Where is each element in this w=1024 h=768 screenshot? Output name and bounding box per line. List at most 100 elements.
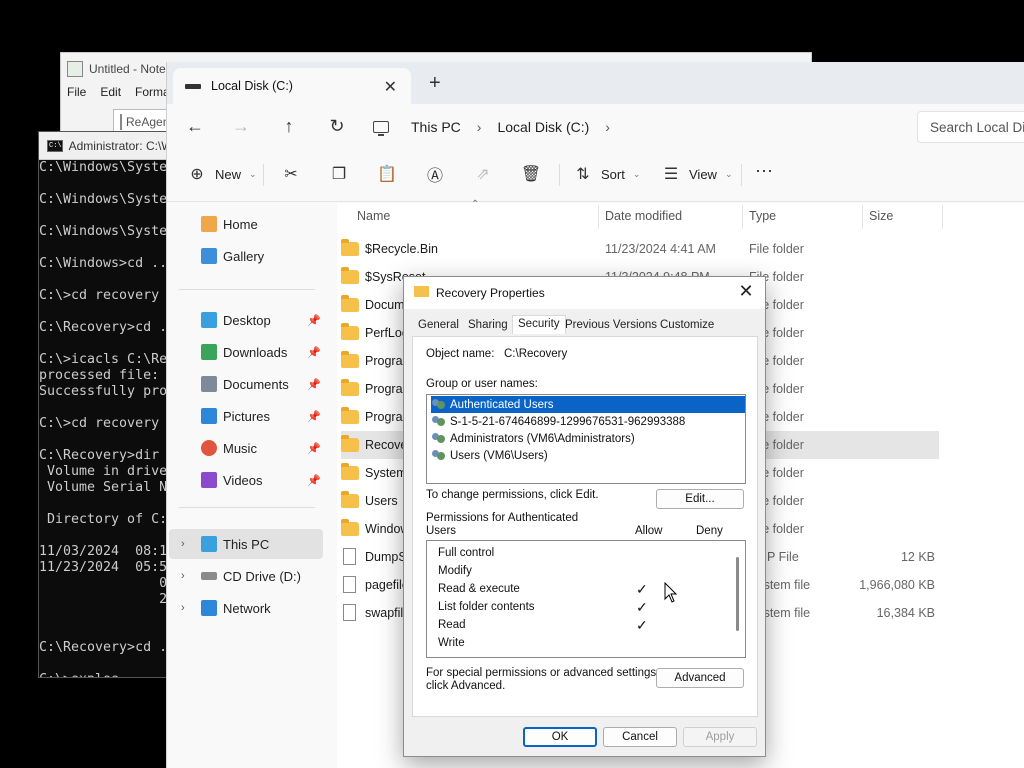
new-tab-button[interactable]: + bbox=[429, 72, 441, 95]
column-header-type[interactable]: Type bbox=[749, 209, 776, 223]
permissions-list[interactable]: Full control Modify Read & execute ✓ List fo… bbox=[426, 540, 746, 658]
cmd-line: C:\Recovery>dir bbox=[39, 448, 160, 463]
sidebar-item-music[interactable]: Music 📌 bbox=[201, 433, 321, 463]
list-item-group[interactable]: Users (VM6\Users) bbox=[431, 447, 745, 464]
sidebar-item-videos[interactable]: Videos 📌 bbox=[201, 465, 321, 495]
column-divider[interactable] bbox=[742, 205, 743, 229]
refresh-button[interactable]: ↻ bbox=[323, 112, 351, 140]
back-button[interactable]: ← bbox=[181, 112, 209, 140]
rename-button[interactable]: Ⓐ bbox=[425, 164, 445, 185]
column-header-date[interactable]: Date modified bbox=[605, 209, 682, 223]
sort-button[interactable]: ⇅ Sort ⌄ bbox=[573, 164, 640, 184]
new-button[interactable]: ⊕ New ⌄ bbox=[187, 164, 256, 184]
chevron-right-icon[interactable]: › bbox=[181, 570, 185, 582]
list-item-group[interactable]: Authenticated Users bbox=[431, 396, 745, 413]
drive-icon bbox=[185, 83, 201, 89]
column-divider[interactable] bbox=[598, 205, 599, 229]
cmd-titlebar[interactable]: C:\ Administrator: C:\Windows\System32\c… bbox=[39, 132, 177, 160]
pin-icon[interactable]: 📌 bbox=[307, 442, 321, 455]
sidebar-item-cd-drive[interactable]: › CD Drive (D:) bbox=[169, 561, 323, 591]
more-options-button[interactable]: ··· bbox=[755, 160, 773, 181]
plus-circle-icon: ⊕ bbox=[190, 166, 204, 183]
folder-icon bbox=[341, 519, 359, 536]
sidebar-item-network[interactable]: › Network bbox=[169, 593, 323, 623]
chevron-right-icon[interactable]: › bbox=[181, 538, 185, 550]
notepad-menu-edit[interactable]: Edit bbox=[100, 85, 121, 99]
cmd-window[interactable]: C:\ Administrator: C:\Windows\System32\c… bbox=[38, 131, 178, 678]
notepad-tab-icon bbox=[120, 114, 122, 130]
cmd-output[interactable]: C:\Windows\System32> C:\Windows\System32>… bbox=[39, 160, 177, 677]
notepad-menu-file[interactable]: File bbox=[67, 85, 86, 99]
documents-icon bbox=[201, 376, 217, 392]
pin-icon[interactable]: 📌 bbox=[307, 378, 321, 391]
copy-button[interactable]: ❐ bbox=[329, 164, 349, 184]
file-size: 12 KB bbox=[900, 550, 935, 564]
tab-customize[interactable]: Customize bbox=[660, 319, 714, 331]
cmd-line: C:\Windows\System32> bbox=[39, 192, 177, 207]
chevron-right-icon[interactable]: › bbox=[181, 602, 185, 614]
ok-button[interactable]: OK bbox=[523, 727, 597, 747]
cmd-line bbox=[39, 608, 177, 624]
column-header-size[interactable]: Size bbox=[869, 209, 893, 223]
pin-icon[interactable]: 📌 bbox=[307, 410, 321, 423]
up-button[interactable]: ↑ bbox=[275, 112, 303, 140]
list-item-group[interactable]: Administrators (VM6\Administrators) bbox=[431, 430, 745, 447]
table-row[interactable]: $Recycle.Bin 11/23/2024 4:41 AM File folde… bbox=[341, 235, 939, 263]
address-bar[interactable]: This PC › Local Disk (C:) › bbox=[373, 112, 911, 142]
cmd-line: Successfully processed 1 files bbox=[39, 384, 177, 399]
advanced-button[interactable]: Advanced bbox=[656, 668, 744, 688]
column-header-name[interactable]: Name bbox=[357, 209, 390, 223]
sidebar-item-home[interactable]: Home bbox=[201, 209, 357, 239]
sidebar-item-gallery[interactable]: Gallery bbox=[201, 241, 357, 271]
tab-security[interactable]: Security bbox=[512, 315, 566, 334]
pin-icon[interactable]: 📌 bbox=[307, 314, 321, 327]
chevron-down-icon: ⌄ bbox=[632, 168, 641, 179]
forward-button[interactable]: → bbox=[227, 112, 255, 140]
tab-local-disk[interactable]: Local Disk (C:) ✕ bbox=[173, 68, 411, 104]
sidebar-item-this-pc[interactable]: › This PC bbox=[169, 529, 323, 559]
music-icon bbox=[201, 440, 217, 456]
sidebar-label: Videos bbox=[223, 472, 263, 488]
chevron-right-icon[interactable]: › bbox=[605, 119, 610, 135]
dialog-titlebar[interactable]: Recovery Properties ✕ bbox=[404, 277, 765, 309]
file-type: File folder bbox=[749, 242, 804, 256]
this-pc-icon bbox=[373, 121, 389, 136]
close-tab-icon[interactable]: ✕ bbox=[384, 77, 397, 97]
view-button[interactable]: ☰ View ⌄ bbox=[661, 164, 733, 184]
list-item-group[interactable]: S-1-5-21-674646899-1299676531-962993388 bbox=[431, 413, 745, 430]
folder-icon bbox=[341, 239, 359, 256]
sidebar-item-downloads[interactable]: Downloads 📌 bbox=[201, 337, 321, 367]
permissions-scrollbar[interactable] bbox=[736, 557, 739, 631]
apply-button[interactable]: Apply bbox=[683, 727, 757, 747]
cut-button[interactable]: ✂ bbox=[281, 164, 301, 184]
cmd-line bbox=[39, 208, 177, 224]
search-input[interactable]: Search Local Disk (C:) bbox=[917, 111, 1024, 143]
properties-dialog[interactable]: Recovery Properties ✕ General Sharing Se… bbox=[403, 276, 766, 757]
paste-button[interactable]: 📋 bbox=[377, 164, 397, 184]
tab-sharing[interactable]: Sharing bbox=[468, 319, 508, 331]
chevron-right-icon[interactable]: › bbox=[477, 119, 482, 135]
share-button[interactable]: ⇗ bbox=[473, 164, 493, 184]
cmd-line bbox=[39, 496, 177, 512]
column-divider[interactable] bbox=[862, 205, 863, 229]
cmd-line bbox=[39, 336, 177, 352]
column-divider[interactable] bbox=[942, 205, 943, 229]
breadcrumb-local-disk[interactable]: Local Disk (C:) bbox=[497, 119, 589, 135]
sidebar-item-pictures[interactable]: Pictures 📌 bbox=[201, 401, 321, 431]
navigation-pane: Home Gallery Desktop 📌 Downloads 📌 Docum… bbox=[167, 203, 337, 768]
sidebar-item-documents[interactable]: Documents 📌 bbox=[201, 369, 321, 399]
cancel-button[interactable]: Cancel bbox=[603, 727, 677, 747]
breadcrumb-this-pc[interactable]: This PC bbox=[411, 119, 461, 135]
tab-previous-versions[interactable]: Previous Versions bbox=[565, 319, 657, 331]
cmd-line: C:\Recovery>cd .. bbox=[39, 640, 176, 655]
edit-button[interactable]: Edit... bbox=[656, 489, 744, 509]
group-user-list[interactable]: Authenticated Users S-1-5-21-674646899-1… bbox=[426, 394, 746, 484]
close-icon[interactable]: ✕ bbox=[735, 281, 757, 302]
sidebar-item-desktop[interactable]: Desktop 📌 bbox=[201, 305, 321, 335]
pin-icon[interactable]: 📌 bbox=[307, 346, 321, 359]
tab-general[interactable]: General bbox=[418, 319, 459, 331]
clipboard-icon: 📋 bbox=[377, 166, 397, 183]
delete-button[interactable]: 🗑 bbox=[521, 164, 541, 184]
pin-icon[interactable]: 📌 bbox=[307, 474, 321, 487]
download-icon bbox=[201, 344, 217, 360]
